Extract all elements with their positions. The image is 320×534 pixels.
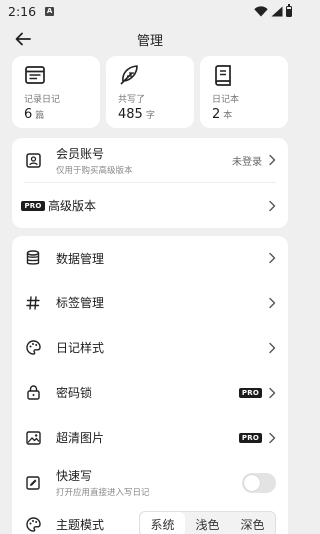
- member-title: 会员账号: [56, 146, 105, 161]
- hashtag-icon: [24, 294, 42, 312]
- stat-value: 2本: [212, 107, 233, 122]
- data-manage-label: 数据管理: [56, 251, 105, 266]
- chevron-right-icon: [269, 200, 276, 211]
- palette-icon: [24, 339, 42, 357]
- stat-card-diaries[interactable]: 记录日记 6篇: [12, 56, 100, 128]
- chevron-right-icon: [269, 252, 276, 264]
- quick-write-row: 快速写 打开应用直接进入写日记: [12, 460, 288, 505]
- premium-title: 高级版本: [48, 199, 97, 213]
- premium-right: [268, 200, 276, 212]
- battery-icon: [286, 3, 292, 17]
- feather-icon: [120, 65, 138, 85]
- status-bar: 2:16 A: [0, 0, 300, 22]
- wifi-icon: [254, 5, 268, 16]
- lock-icon: [24, 384, 42, 402]
- data-manage-row[interactable]: 数据管理: [12, 236, 288, 280]
- stat-card-notebooks[interactable]: 日记本 2本: [200, 56, 288, 128]
- page-title: 管理: [136, 34, 163, 49]
- premium-text: 高级版本: [48, 197, 96, 214]
- diary-style-label: 日记样式: [56, 341, 105, 355]
- password-lock-row[interactable]: 密码锁 PRO: [12, 370, 288, 415]
- chevron-right-icon: [269, 154, 276, 166]
- edit-icon: [24, 474, 42, 492]
- chevron-right-icon: [269, 432, 276, 443]
- id-card-icon: [24, 151, 42, 169]
- pro-badge: PRO: [238, 432, 262, 443]
- stats-row: 记录日记 6篇 共写了 485 字 日记本 2本: [12, 56, 288, 128]
- stat-label: 共写了: [118, 95, 146, 105]
- hd-images-label: 超清图片: [56, 431, 105, 445]
- password-lock-label: 密码锁: [56, 386, 93, 400]
- stat-value: 6篇: [24, 107, 45, 122]
- premium-version-row[interactable]: PRO 高级版本: [12, 183, 288, 228]
- quick-write-title: 快速写: [56, 469, 93, 483]
- theme-option-light[interactable]: 浅色: [185, 512, 230, 534]
- theme-mode-row: 主题模式 系统 浅色 深色: [12, 505, 288, 534]
- account-group: 会员账号 仅用于购买高级版本 未登录 PRO 高级版本: [12, 138, 288, 228]
- theme-option-dark[interactable]: 深色: [230, 512, 275, 534]
- tag-manage-row[interactable]: 标签管理: [12, 280, 288, 325]
- member-subtitle: 仅用于购买高级版本: [56, 165, 133, 176]
- login-status: 未登录: [232, 156, 262, 168]
- stat-label: 记录日记: [24, 95, 61, 105]
- quick-write-toggle[interactable]: [242, 472, 276, 493]
- signal-icon: [271, 6, 283, 16]
- notification-icon: A: [45, 6, 55, 16]
- book-icon: [215, 65, 231, 86]
- pro-badge: PRO: [238, 387, 262, 398]
- stat-label: 日记本: [212, 95, 240, 105]
- member-text: 会员账号 仅用于购买高级版本: [56, 145, 133, 176]
- chevron-right-icon: [269, 297, 276, 308]
- stat-value: 485 字: [118, 107, 155, 122]
- pro-icon: PRO: [21, 197, 45, 215]
- chevron-right-icon: [269, 342, 276, 353]
- image-icon: [24, 429, 42, 447]
- settings-group: 数据管理 标签管理 日记样式 密码锁 PRO 超清图片 PRO 快速写 打开应用…: [12, 236, 288, 534]
- quick-write-subtitle: 打开应用直接进入写日记: [56, 488, 150, 498]
- diary-style-row[interactable]: 日记样式: [12, 325, 288, 370]
- status-indicators: [254, 3, 292, 17]
- member-account-row[interactable]: 会员账号 仅用于购买高级版本 未登录: [12, 138, 288, 182]
- app-header: 管理: [0, 24, 300, 54]
- theme-segmented-control: 系统 浅色 深色: [139, 511, 276, 534]
- toggle-knob: [244, 474, 260, 491]
- status-time: 2:16: [8, 3, 37, 19]
- hd-images-row[interactable]: 超清图片 PRO: [12, 415, 288, 460]
- theme-option-system[interactable]: 系统: [140, 512, 185, 534]
- database-icon: [24, 249, 42, 267]
- theme-mode-label: 主题模式: [56, 518, 105, 532]
- tag-manage-label: 标签管理: [56, 296, 105, 310]
- member-right: 未登录: [232, 153, 276, 168]
- palette-icon: [24, 515, 42, 533]
- calendar-icon: [25, 66, 45, 84]
- chevron-right-icon: [269, 387, 276, 398]
- stat-card-words[interactable]: 共写了 485 字: [106, 56, 194, 128]
